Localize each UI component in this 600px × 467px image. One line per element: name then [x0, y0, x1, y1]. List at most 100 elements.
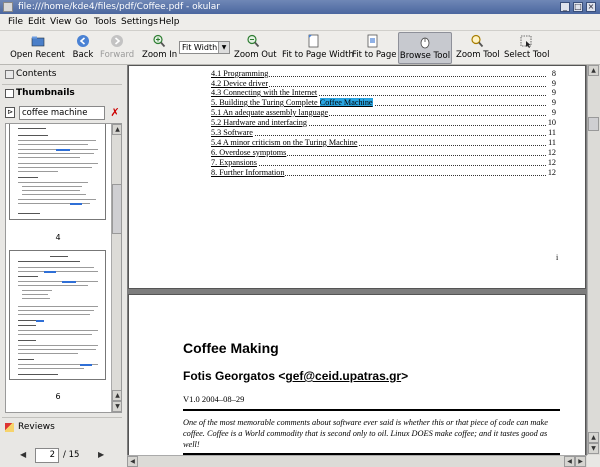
document-view[interactable]: 4.1 Programming 8 4.2 Device driver 9 4.3 … [127, 65, 587, 455]
thumbnail-label-6: 6 [55, 392, 61, 401]
toc-entry-page: 10 [546, 118, 556, 128]
folder-open-icon [31, 36, 44, 47]
title-bar: file:///home/kde4/files/pdf/Coffee.pdf -… [0, 0, 600, 14]
scroll-down-icon[interactable]: ▼ [112, 401, 121, 412]
scroll-right-icon[interactable]: ▶ [575, 456, 586, 467]
document-scroll-thumb[interactable] [588, 117, 599, 131]
filter-icon: ⊳ [5, 107, 15, 118]
thumbnail-page-4[interactable] [9, 124, 106, 220]
tab-reviews[interactable]: Reviews [2, 417, 122, 435]
toc-entry-text: 5.2 Hardware and interfacing [211, 118, 308, 127]
tab-contents-label: Contents [16, 69, 57, 79]
thumbnail-label-4: 4 [55, 233, 61, 242]
document-page-toc: 4.1 Programming 8 4.2 Device driver 9 4.3 … [128, 65, 586, 289]
zoom-in-label: Zoom In [142, 50, 178, 60]
back-button[interactable]: Back [70, 32, 96, 64]
forward-button[interactable]: Forward [100, 32, 134, 64]
toc-entry[interactable]: 4.1 Programming 8 [211, 69, 556, 79]
zoom-tool-button[interactable]: Zoom Tool [456, 32, 500, 64]
menu-view[interactable]: View [50, 17, 71, 27]
toc-entry[interactable]: 5.2 Hardware and interfacing 10 [211, 118, 556, 128]
menu-tools[interactable]: Tools [94, 17, 116, 27]
thumbnail-scroll-thumb[interactable] [112, 184, 121, 234]
magnifier-icon [471, 34, 484, 48]
scroll-up-icon[interactable]: ▲ [588, 65, 599, 76]
thumbnail-search-bar: ⊳ coffee machine ✗ [2, 105, 122, 121]
page-navigator: ◀ 2 / 15 ▶ [2, 445, 122, 467]
scroll-down-icon[interactable]: ▼ [588, 443, 599, 454]
back-label: Back [72, 50, 94, 60]
document-horizontal-scrollbar[interactable]: ◀ ◀ ▶ [127, 455, 587, 467]
toc-entry-page: 11 [547, 128, 556, 138]
toc-entry[interactable]: 5.4 A minor criticism on the Turing Mach… [211, 138, 556, 148]
clear-search-icon[interactable]: ✗ [109, 107, 121, 119]
zoom-level-select[interactable]: Fit Width ▼ [179, 41, 230, 54]
browse-tool-button[interactable]: Browse Tool [398, 32, 452, 64]
toc-entry-page: 8 [550, 69, 556, 79]
author-email-link[interactable]: gef@ceid.upatras.gr [285, 369, 401, 383]
open-recent-label: Open Recent [10, 50, 65, 60]
contents-icon [5, 70, 14, 79]
thumbnail-scrollbar[interactable]: ▲ ▲ ▼ [111, 124, 121, 412]
toc-entry-text: 4.2 Device driver [211, 79, 270, 88]
toc-entry-page: 12 [546, 158, 556, 168]
page-footer-number: i [556, 253, 559, 262]
zoom-tool-label: Zoom Tool [456, 50, 500, 60]
toc-entry-page: 12 [546, 168, 556, 178]
toc-entry-search-hit[interactable]: 5. Building the Turing Complete Coffee M… [211, 98, 556, 108]
menu-settings[interactable]: Settings [121, 17, 158, 27]
menu-edit[interactable]: Edit [28, 17, 45, 27]
document-author: Fotis Georgatos <gef@ceid.upatras.gr> [183, 369, 408, 383]
tab-contents[interactable]: Contents [2, 66, 122, 83]
toc-entry-text: 5.4 A minor criticism on the Turing Mach… [211, 138, 359, 147]
toc-entry[interactable]: 8. Further Information 12 [211, 168, 556, 178]
fit-width-button[interactable]: Fit to Page Width [282, 32, 354, 64]
author-name: Fotis Georgatos < [183, 369, 286, 383]
author-suffix: > [401, 369, 409, 383]
menu-file[interactable]: File [8, 17, 23, 27]
thumbnail-page-6[interactable] [9, 250, 106, 380]
tab-thumbnails[interactable]: Thumbnails [2, 84, 122, 101]
thumbnail-list[interactable]: 4 6 ▲ ▲ ▼ [5, 123, 122, 413]
menu-help[interactable]: Help [159, 17, 180, 27]
menu-go[interactable]: Go [75, 17, 87, 27]
select-tool-label: Select Tool [504, 50, 550, 60]
toc-entry[interactable]: 4.3 Connecting with the Internet 9 [211, 88, 556, 98]
previous-page-icon[interactable]: ◀ [20, 450, 30, 460]
page-number-input[interactable]: 2 [35, 448, 59, 463]
toc-entry-text: 8. Further Information [211, 168, 286, 177]
toc-entry-text: 6. Overdose symptoms [211, 148, 288, 157]
next-page-icon[interactable]: ▶ [98, 450, 108, 460]
toc-entry[interactable]: 6. Overdose symptoms 12 [211, 148, 556, 158]
scroll-left-icon[interactable]: ◀ [127, 456, 138, 467]
app-icon [3, 2, 13, 12]
fit-width-icon [308, 34, 319, 48]
zoom-in-button[interactable]: Zoom In [142, 32, 178, 64]
toc-entry[interactable]: 5.1 An adequate assembly language 9 [211, 108, 556, 118]
tab-thumbnails-label: Thumbnails [16, 88, 75, 98]
toc-entry-page: 9 [550, 98, 556, 108]
select-tool-button[interactable]: Select Tool [504, 32, 550, 64]
maximize-icon[interactable]: □ [573, 2, 583, 12]
toc-entry[interactable]: 7. Expansions 12 [211, 158, 556, 168]
browse-tool-label: Browse Tool [399, 51, 451, 61]
sidebar: Contents Thumbnails ⊳ coffee machine ✗ 4… [0, 65, 124, 467]
document-vertical-scrollbar[interactable]: ▲ ▲ ▼ [587, 65, 600, 455]
scroll-left-icon-2[interactable]: ◀ [564, 456, 575, 467]
zoom-out-button[interactable]: Zoom Out [234, 32, 277, 64]
toc-entry-text: 4.1 Programming [211, 69, 270, 78]
close-icon[interactable]: × [586, 2, 596, 12]
zoom-out-icon [247, 34, 260, 48]
search-input[interactable]: coffee machine [19, 106, 105, 120]
toc-entry-page: 11 [547, 138, 556, 148]
scroll-up-icon[interactable]: ▲ [112, 124, 121, 135]
toc-entry[interactable]: 5.3 Software 11 [211, 128, 556, 138]
back-arrow-icon [77, 35, 89, 47]
fit-page-button[interactable]: Fit to Page [352, 32, 396, 64]
open-recent-button[interactable]: Open Recent [10, 32, 65, 64]
minimize-icon[interactable]: _ [560, 2, 570, 12]
scroll-up-icon-2[interactable]: ▲ [112, 390, 121, 401]
scroll-up-icon-2[interactable]: ▲ [588, 432, 599, 443]
main-toolbar: Open Recent Back Forward Zoom In Fit Wid… [0, 31, 600, 65]
divider [183, 409, 560, 411]
